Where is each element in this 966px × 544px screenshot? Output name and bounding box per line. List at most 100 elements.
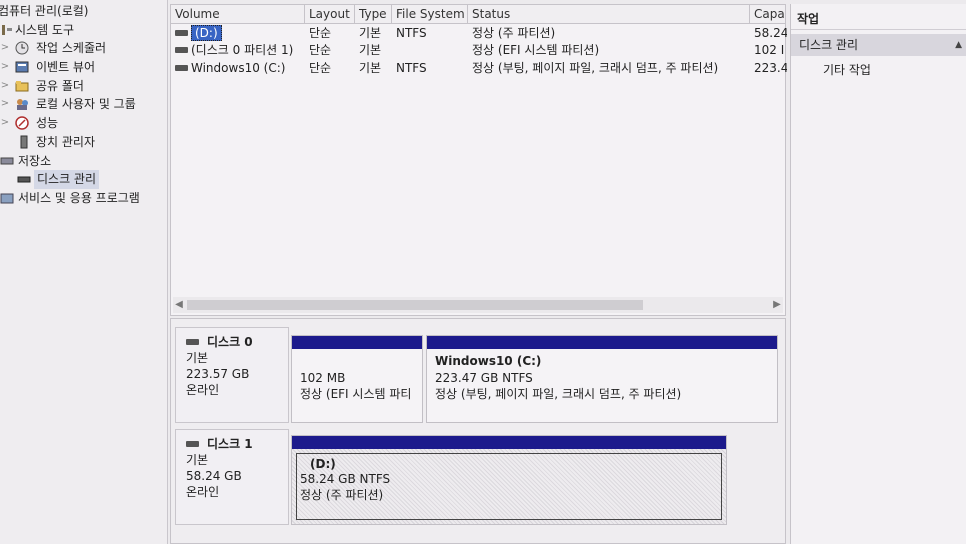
- volume-cell: (디스크 0 파티션 1): [171, 42, 305, 59]
- tree-item-computer-management[interactable]: 컴퓨터 관리(로컬): [0, 2, 167, 21]
- volume-row[interactable]: (디스크 0 파티션 1) 단순 기본 정상 (EFI 시스템 파티션) 102…: [171, 42, 785, 59]
- expand-arrow-icon[interactable]: >: [0, 39, 10, 58]
- file-system-cell: NTFS: [396, 61, 427, 75]
- disk-icon: [186, 338, 199, 345]
- scroll-left-icon[interactable]: ◀: [173, 297, 185, 313]
- tree-item-event-viewer[interactable]: > 이벤트 뷰어: [0, 58, 167, 77]
- partition-size: 102 MB: [300, 371, 346, 385]
- tree-item-label: 로컬 사용자 및 그룹: [36, 97, 136, 112]
- expand-arrow-icon[interactable]: >: [0, 77, 10, 96]
- volume-cell: (D:): [171, 25, 305, 42]
- tree-item-task-scheduler[interactable]: > 작업 스케줄러: [0, 39, 167, 58]
- event-viewer-icon: [15, 60, 29, 74]
- layout-cell: 단순: [309, 61, 332, 75]
- layout-cell: 단순: [309, 26, 332, 40]
- capacity-cell: 58.24: [754, 26, 787, 40]
- tree-item-label: 디스크 관리: [34, 170, 100, 189]
- disk-0-info[interactable]: 디스크 0 기본 223.57 GB 온라인: [175, 327, 289, 423]
- tree-item-disk-management[interactable]: 디스크 관리: [0, 170, 167, 189]
- disk-1-info[interactable]: 디스크 1 기본 58.24 GB 온라인: [175, 429, 289, 525]
- type-cell: 기본: [359, 26, 382, 40]
- drive-icon: [175, 29, 188, 36]
- capacity-cell: 223.4: [754, 61, 787, 75]
- drive-icon: [175, 64, 188, 71]
- users-icon: [15, 97, 29, 111]
- scrollbar-thumb[interactable]: [187, 300, 643, 310]
- expand-arrow-icon[interactable]: >: [0, 58, 10, 77]
- status-cell: 정상 (부팅, 페이지 파일, 크래시 덤프, 주 파티션): [472, 61, 719, 75]
- tools-icon: [0, 23, 14, 37]
- column-header-row: Volume Layout Type File System Status Ca…: [171, 5, 785, 24]
- layout-cell: 단순: [309, 43, 332, 57]
- expand-arrow-icon[interactable]: >: [0, 114, 10, 133]
- tree-item-label: 이벤트 뷰어: [36, 60, 96, 75]
- tree-item-label: 서비스 및 응용 프로그램: [18, 190, 140, 205]
- scroll-right-icon[interactable]: ▶: [771, 297, 783, 313]
- tree-item-performance[interactable]: > 성능: [0, 114, 167, 133]
- expand-arrow-icon[interactable]: >: [0, 95, 10, 114]
- tree-item-storage[interactable]: 저장소: [0, 152, 167, 171]
- disk-title: 디스크 0: [186, 334, 288, 350]
- status-cell: 정상 (EFI 시스템 파티션): [472, 43, 600, 57]
- disk-state: 온라인: [186, 485, 220, 499]
- horizontal-scrollbar[interactable]: ◀ ▶: [173, 297, 783, 313]
- actions-section-disk-management[interactable]: 디스크 관리 ▲: [791, 34, 966, 56]
- column-header-volume[interactable]: Volume: [171, 5, 305, 24]
- volume-row[interactable]: (D:) 단순 기본 NTFS 정상 (주 파티션) 58.24: [171, 25, 787, 42]
- tree-item-label: 컴퓨터 관리(로컬): [0, 4, 89, 18]
- actions-title: 작업: [791, 8, 966, 30]
- drive-icon: [175, 46, 188, 53]
- column-header-capacity[interactable]: Capa: [750, 5, 787, 24]
- disk-type: 기본: [186, 453, 209, 467]
- disk-state: 온라인: [186, 383, 220, 397]
- collapse-up-icon[interactable]: ▲: [955, 34, 962, 56]
- disk-title: 디스크 1: [186, 436, 288, 452]
- navigation-tree: 컴퓨터 관리(로컬) 시스템 도구 > 작업 스케줄러 > 이벤트 뷰어 > 공…: [0, 0, 168, 544]
- volume-row[interactable]: Windows10 (C:) 단순 기본 NTFS 정상 (부팅, 페이지 파일…: [171, 60, 787, 77]
- services-icon: [0, 191, 14, 205]
- tree-item-device-manager[interactable]: 장치 관리자: [0, 133, 167, 152]
- column-header-type[interactable]: Type: [355, 5, 392, 24]
- partition-bar: [427, 336, 777, 349]
- type-cell: 기본: [359, 61, 382, 75]
- tree-item-system-tools[interactable]: 시스템 도구: [0, 21, 167, 40]
- volume-name: (D:): [191, 25, 222, 41]
- volume-name: (디스크 0 파티션 1): [191, 43, 294, 57]
- performance-icon: [15, 116, 29, 130]
- column-header-status[interactable]: Status: [468, 5, 750, 24]
- partition-bar: [292, 436, 726, 449]
- tree-item-shared-folders[interactable]: > 공유 폴더: [0, 77, 167, 96]
- clock-icon: [15, 41, 29, 55]
- tree-item-label: 시스템 도구: [15, 22, 75, 37]
- tree-item-local-users-groups[interactable]: > 로컬 사용자 및 그룹: [0, 95, 167, 114]
- partition-status: 정상 (주 파티션): [300, 488, 384, 502]
- tree-item-label: 성능: [36, 116, 59, 131]
- type-cell: 기본: [359, 43, 382, 57]
- device-manager-icon: [17, 135, 31, 149]
- partition-efi[interactable]: 102 MB 정상 (EFI 시스템 파티: [291, 335, 423, 423]
- disk-icon: [186, 440, 199, 447]
- partition-size: 58.24 GB NTFS: [300, 472, 391, 486]
- tree-item-label: 공유 폴더: [36, 78, 84, 93]
- disk-size: 58.24 GB: [186, 469, 242, 483]
- partition-c-drive[interactable]: Windows10 (C:) 223.47 GB NTFS 정상 (부팅, 페이…: [426, 335, 778, 423]
- partition-status: 정상 (부팅, 페이지 파일, 크래시 덤프, 주 파티션): [435, 387, 682, 401]
- partition-status: 정상 (EFI 시스템 파티: [300, 387, 412, 401]
- file-system-cell: NTFS: [396, 26, 427, 40]
- column-header-layout[interactable]: Layout: [305, 5, 355, 24]
- shared-folder-icon: [15, 79, 29, 93]
- column-header-file-system[interactable]: File System: [392, 5, 468, 24]
- volume-name: Windows10 (C:): [191, 61, 286, 75]
- disk-graphical-view: 디스크 0 기본 223.57 GB 온라인 102 MB 정상 (EFI 시스…: [170, 318, 786, 544]
- storage-icon: [0, 154, 14, 168]
- other-actions-item[interactable]: 기타 작업: [823, 60, 871, 80]
- status-cell: 정상 (주 파티션): [472, 26, 556, 40]
- partition-size: 223.47 GB NTFS: [435, 371, 533, 385]
- partition-bar: [292, 336, 422, 349]
- tree-item-label: 장치 관리자: [36, 134, 96, 149]
- volume-cell: Windows10 (C:): [171, 60, 305, 77]
- tree-item-services-applications[interactable]: 서비스 및 응용 프로그램: [0, 189, 167, 208]
- disk-icon: [17, 172, 31, 186]
- partition-d-drive[interactable]: (D:) 58.24 GB NTFS 정상 (주 파티션): [291, 435, 727, 525]
- volume-list: Volume Layout Type File System Status Ca…: [170, 4, 787, 316]
